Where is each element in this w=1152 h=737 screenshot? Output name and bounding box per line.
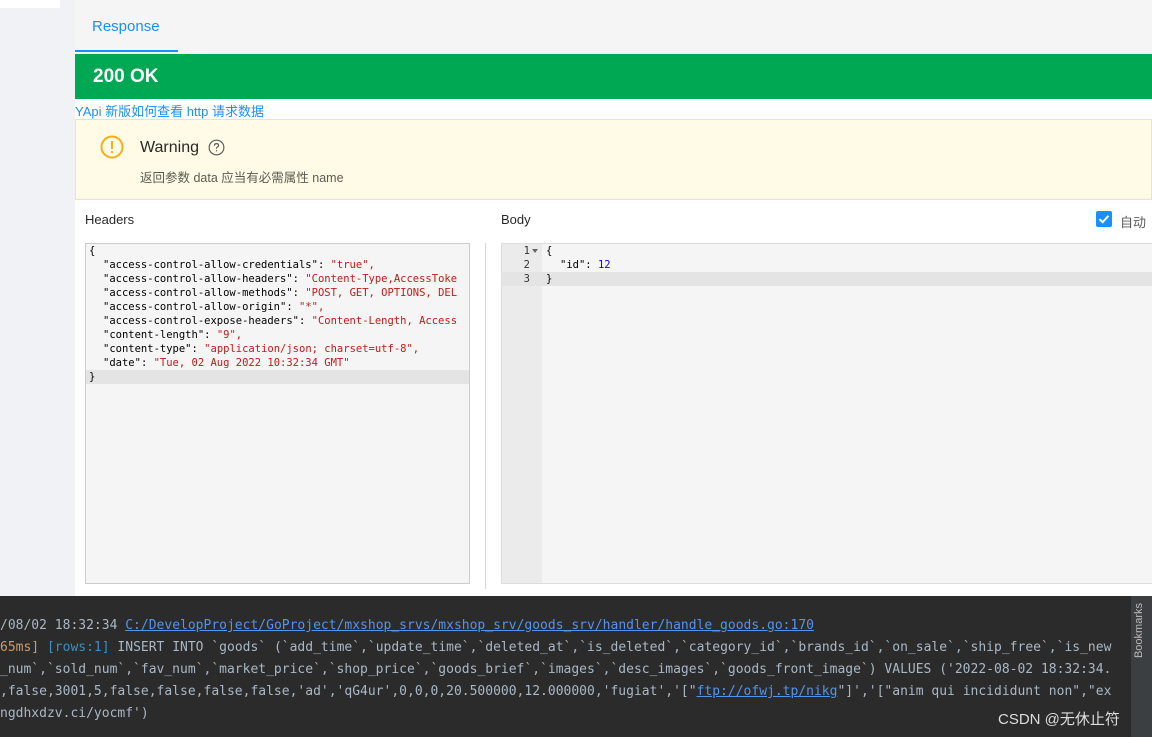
json-value: "true", <box>330 259 375 271</box>
log-timestamp: /08/02 18:32:34 <box>0 618 126 633</box>
warning-alert: Warning 返回参数 data 应当有必需属性 name <box>75 119 1152 200</box>
console-panel: /08/02 18:32:34 C:/DevelopProject/GoProj… <box>0 596 1152 737</box>
question-circle-icon[interactable] <box>208 139 225 156</box>
json-value: "Content-Type,AccessToke <box>305 273 458 285</box>
code-line: { <box>89 245 96 257</box>
json-key: "access-control-allow-headers" <box>103 273 293 285</box>
console-line: 65ms] [rows:1] INSERT INTO `goods` (`add… <box>0 640 1111 656</box>
json-key: "content-length" <box>103 329 205 341</box>
warning-description: 返回参数 data 应当有必需属性 name <box>140 171 344 185</box>
left-sidebar-strip <box>0 0 75 596</box>
bookmarks-tab[interactable]: Bookmarks <box>1133 603 1145 658</box>
json-key: "id" <box>560 259 586 271</box>
auto-format-checkbox[interactable] <box>1096 211 1112 227</box>
auto-format-label: 自动 <box>1120 215 1147 230</box>
file-path-link[interactable]: C:/DevelopProject/GoProject/mxshop_srvs/… <box>125 618 814 633</box>
log-duration: 65ms] <box>0 640 40 655</box>
code-line: "content-type": "application/json; chars… <box>103 343 420 355</box>
response-panel: Response 200 OK YApi 新版如何查看 http 请求数据 Wa… <box>75 0 1152 596</box>
code-line: { <box>546 245 553 257</box>
code-line: "access-control-allow-headers": "Content… <box>103 273 458 285</box>
active-line-highlight <box>86 370 469 384</box>
json-key: "date" <box>103 357 141 369</box>
code-line: "access-control-expose-headers": "Conten… <box>103 315 458 327</box>
fold-arrow-icon[interactable] <box>532 248 538 254</box>
log-sql: "]','["anim qui incididunt non","ex <box>837 684 1112 699</box>
code-line: } <box>89 371 96 383</box>
console-line: _num`,`sold_num`,`fav_num`,`market_price… <box>0 662 1112 677</box>
log-sql: INSERT INTO `goods` (`add_time`,`update_… <box>109 640 1112 655</box>
json-key: "access-control-allow-origin" <box>103 301 287 313</box>
body-label: Body <box>501 212 531 227</box>
console-line: /08/02 18:32:34 C:/DevelopProject/GoProj… <box>0 618 814 634</box>
json-value: "Content-Length, Access <box>311 315 458 327</box>
line-number: 3 <box>523 273 530 285</box>
active-line-highlight <box>502 272 1152 286</box>
check-icon <box>1098 215 1110 224</box>
tab-active-indicator <box>75 50 178 52</box>
json-value: "Tue, 02 Aug 2022 10:32:34 GMT" <box>153 357 350 369</box>
code-line: "access-control-allow-credentials": "tru… <box>103 259 375 271</box>
json-value: "application/json; charset=utf-8", <box>204 343 420 355</box>
left-sidebar-edge <box>0 0 60 8</box>
line-number-gutter <box>502 244 542 583</box>
code-line: "content-length": "9", <box>103 329 243 341</box>
line-number: 1 <box>523 245 530 257</box>
json-value: 12 <box>597 259 611 271</box>
url-link[interactable]: ftp://ofwj.tp/nikg <box>697 684 838 699</box>
tab-response[interactable]: Response <box>92 18 160 35</box>
split-divider[interactable] <box>485 243 486 589</box>
json-key: "content-type" <box>103 343 192 355</box>
exclamation-circle-icon <box>100 135 124 159</box>
code-line: "access-control-allow-methods": "POST, G… <box>103 287 458 299</box>
log-rows: [rows:1] <box>39 640 110 655</box>
code-line: } <box>546 273 553 285</box>
code-line: "id": 12 <box>560 259 611 271</box>
json-value: "*", <box>298 301 325 313</box>
log-sql: ,false,3001,5,false,false,false,false,'a… <box>0 684 697 699</box>
json-key: "access-control-allow-credentials" <box>103 259 318 271</box>
console-line: ngdhxdzv.ci/yocmf') <box>0 706 149 721</box>
code-line: "access-control-allow-origin": "*", <box>103 301 325 313</box>
json-value: "9", <box>216 329 243 341</box>
json-value: "POST, GET, OPTIONS, DEL <box>305 287 458 299</box>
json-key: "access-control-allow-methods" <box>103 287 293 299</box>
body-editor[interactable]: 1 2 3 { "id": 12 } <box>501 243 1152 584</box>
line-number: 2 <box>523 259 530 271</box>
status-banner: 200 OK <box>75 54 1152 99</box>
headers-editor[interactable]: { "access-control-allow-credentials": "t… <box>85 243 470 584</box>
tab-bar: Response <box>75 0 1152 55</box>
console-line: ,false,3001,5,false,false,false,false,'a… <box>0 684 1111 700</box>
warning-title: Warning <box>140 139 199 156</box>
code-line: "date": "Tue, 02 Aug 2022 10:32:34 GMT" <box>103 357 350 369</box>
status-text: 200 OK <box>93 66 159 87</box>
watermark: CSDN @无休止符 <box>998 711 1120 728</box>
help-link[interactable]: YApi 新版如何查看 http 请求数据 <box>75 101 264 120</box>
json-key: "access-control-expose-headers" <box>103 315 299 327</box>
headers-label: Headers <box>85 212 135 227</box>
